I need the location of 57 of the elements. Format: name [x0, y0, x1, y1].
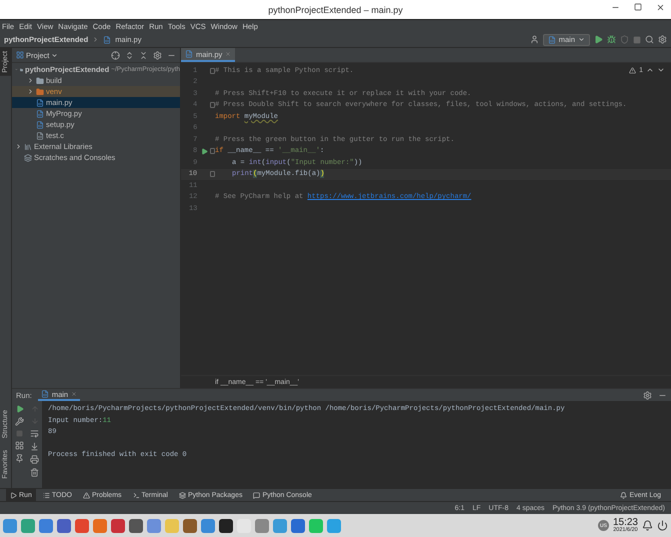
fold-marker-icon[interactable] — [210, 148, 215, 154]
trash-icon[interactable] — [30, 468, 39, 477]
list-icon — [42, 492, 50, 498]
python-file-icon — [36, 98, 44, 106]
terminal-icon — [132, 492, 140, 498]
console-icon — [253, 492, 260, 498]
play-icon — [10, 492, 17, 498]
maximize-icon[interactable] — [634, 3, 642, 11]
print-icon[interactable] — [30, 455, 39, 464]
python-file-icon — [548, 36, 556, 44]
next-icon[interactable] — [657, 66, 665, 74]
pin-icon[interactable] — [15, 454, 24, 463]
locate-icon[interactable] — [111, 50, 120, 60]
settings-icon[interactable] — [658, 35, 667, 44]
run-icon[interactable] — [594, 35, 603, 44]
separator-icon — [92, 36, 100, 43]
app-icon[interactable] — [219, 518, 233, 532]
window-title: pythonProjectExtended – main.py — [268, 4, 403, 14]
c-file-icon — [36, 132, 44, 140]
scratches-icon — [24, 154, 32, 162]
previous-icon[interactable] — [646, 66, 654, 74]
wrench-icon[interactable] — [15, 417, 24, 426]
fold-marker-icon[interactable] — [210, 68, 215, 74]
panel-icon — [16, 51, 24, 59]
close-icon[interactable] — [656, 3, 665, 12]
python-file-icon — [40, 390, 49, 398]
python-file-icon — [103, 36, 112, 44]
collapse-all-icon[interactable] — [139, 50, 148, 60]
user-icon[interactable] — [530, 35, 539, 44]
warning-icon — [82, 492, 90, 498]
folder-icon — [36, 76, 44, 84]
power-icon[interactable] — [657, 520, 668, 531]
fold-marker-icon[interactable] — [210, 171, 215, 178]
python-file-icon — [185, 50, 193, 58]
settings-icon[interactable] — [643, 390, 652, 400]
folder-icon — [36, 88, 44, 96]
search-icon[interactable] — [645, 35, 654, 44]
app-icon[interactable] — [129, 518, 143, 532]
layout-icon[interactable] — [15, 441, 24, 450]
run-icon[interactable] — [201, 148, 208, 155]
fold-marker-icon[interactable] — [210, 102, 215, 108]
notification-icon[interactable] — [642, 520, 653, 531]
python-file-icon — [36, 120, 44, 128]
caret-icon — [51, 52, 58, 58]
warning-icon[interactable] — [629, 66, 636, 74]
library-icon — [24, 142, 32, 150]
scroll-to-end-icon[interactable] — [30, 442, 39, 451]
soft-wrap-icon[interactable] — [30, 429, 39, 438]
bell-icon — [620, 492, 628, 498]
python-file-icon — [36, 110, 44, 118]
folder-icon — [20, 66, 23, 74]
expand-all-icon[interactable] — [125, 50, 134, 60]
layers-icon — [178, 492, 186, 498]
settings-icon[interactable] — [153, 50, 162, 60]
debug-icon[interactable] — [607, 35, 616, 44]
caret-icon — [578, 36, 585, 43]
rerun-icon[interactable] — [16, 405, 24, 413]
